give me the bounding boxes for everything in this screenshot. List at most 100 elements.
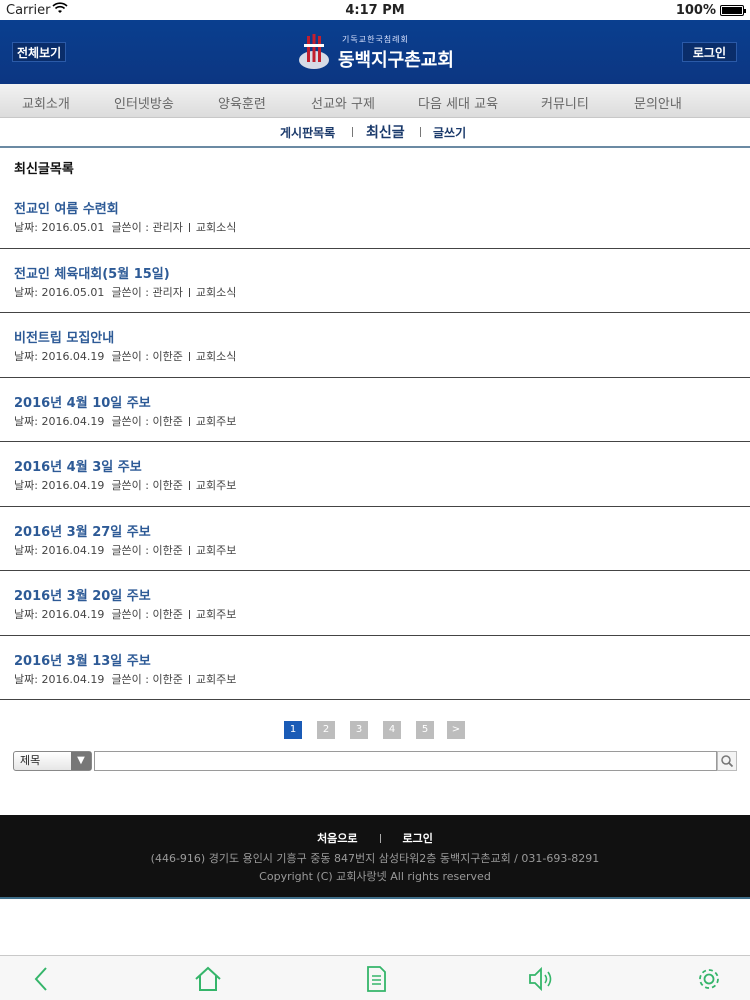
nav-item-training[interactable]: 양육훈련 <box>218 93 266 112</box>
post-meta: 날짜: 2016.04.19 글쓴이 : 이한준 교회주보 <box>14 542 236 558</box>
post-title[interactable]: 2016년 4월 10일 주보 <box>14 392 151 411</box>
site-header: 전체보기 기독교한국침례회 동백지구촌교회 로그인 <box>0 20 750 84</box>
site-footer: 처음으로 로그인 (446-916) 경기도 용인시 기흥구 중동 847번지 삼… <box>0 815 750 899</box>
main-nav: 교회소개 인터넷방송 양육훈련 선교와 구제 다음 세대 교육 커뮤니티 문의안… <box>0 84 750 118</box>
gear-icon[interactable] <box>695 965 723 993</box>
post-category: 교회주보 <box>195 479 237 492</box>
post-category: 교회주보 <box>195 608 237 621</box>
search-bar: 제목 ▼ <box>13 751 737 771</box>
post-category: 교회소식 <box>195 285 237 299</box>
post-title[interactable]: 2016년 3월 20일 주보 <box>14 585 151 604</box>
post-category: 교회소식 <box>195 221 237 234</box>
page-link-5[interactable]: 5 <box>416 721 434 739</box>
post-date: 날짜: 2016.04.19 <box>14 479 105 492</box>
search-input[interactable] <box>94 751 717 771</box>
list-item[interactable]: 비전트립 모집안내 날짜: 2016.04.19 글쓴이 : 이한준 교회소식 <box>0 313 750 378</box>
post-meta: 날짜: 2016.04.19 글쓴이 : 이한준 교회주보 <box>14 477 236 493</box>
list-item[interactable]: 2016년 4월 10일 주보 날짜: 2016.04.19 글쓴이 : 이한준… <box>0 378 750 442</box>
page-link-3[interactable]: 3 <box>350 721 368 739</box>
bottom-toolbar <box>0 955 750 1000</box>
post-date: 날짜: 2016.05.01 <box>14 285 105 299</box>
post-title[interactable]: 전교인 체육대회(5월 15일) <box>14 263 170 282</box>
post-author: 글쓴이 : 이한준 <box>111 479 183 492</box>
logo-subtitle: 기독교한국침례회 <box>342 35 409 44</box>
nav-item-mission[interactable]: 선교와 구제 <box>311 93 375 112</box>
post-date: 날짜: 2016.04.19 <box>14 350 105 363</box>
list-item[interactable]: 전교인 여름 수련회 날짜: 2016.05.01 글쓴이 : 관리자 교회소식 <box>0 184 750 249</box>
view-all-button[interactable]: 전체보기 <box>12 42 67 62</box>
search-field-select[interactable]: 제목 ▼ <box>13 751 92 771</box>
post-author: 글쓴이 : 이한준 <box>111 414 183 428</box>
post-title[interactable]: 2016년 4월 3일 주보 <box>14 456 142 475</box>
board-list-link[interactable]: 게시판목록 <box>280 124 335 141</box>
post-meta: 날짜: 2016.04.19 글쓴이 : 이한준 교회주보 <box>14 671 236 687</box>
post-meta: 날짜: 2016.04.19 글쓴이 : 이한준 교회주보 <box>14 413 236 429</box>
page-link-1[interactable]: 1 <box>284 721 302 739</box>
post-author: 글쓴이 : 이한준 <box>111 672 183 686</box>
list-item[interactable]: 2016년 3월 27일 주보 날짜: 2016.04.19 글쓴이 : 이한준… <box>0 507 750 571</box>
post-author: 글쓴이 : 이한준 <box>111 543 183 557</box>
post-title[interactable]: 2016년 3월 27일 주보 <box>14 521 151 540</box>
dropdown-arrow-icon: ▼ <box>71 752 91 770</box>
church-emblem-icon <box>299 34 329 69</box>
home-icon[interactable] <box>194 965 222 993</box>
footer-copyright: Copyright (C) 교회사랑넷 All rights reserved <box>259 870 491 883</box>
nav-item-internet-broadcast[interactable]: 인터넷방송 <box>114 93 174 112</box>
write-post-link[interactable]: 글쓰기 <box>433 124 466 141</box>
footer-links: 처음으로 로그인 <box>0 830 750 846</box>
search-icon <box>721 755 734 768</box>
search-button[interactable] <box>717 751 737 771</box>
post-author: 글쓴이 : 이한준 <box>111 350 183 363</box>
page-link-2[interactable]: 2 <box>317 721 335 739</box>
back-icon[interactable] <box>28 965 56 993</box>
post-date: 날짜: 2016.04.19 <box>14 672 105 686</box>
post-title[interactable]: 2016년 3월 13일 주보 <box>14 650 151 669</box>
list-item[interactable]: 2016년 3월 20일 주보 날짜: 2016.04.19 글쓴이 : 이한준… <box>0 571 750 636</box>
post-meta: 날짜: 2016.04.19 글쓴이 : 이한준 교회주보 <box>14 606 236 622</box>
next-page-button[interactable]: > <box>447 721 465 739</box>
footer-address: (446-916) 경기도 용인시 기흥구 중동 847번지 삼성타워2층 동백… <box>150 852 600 865</box>
footer-login-link[interactable]: 로그인 <box>403 832 433 845</box>
post-date: 날짜: 2016.04.19 <box>14 608 105 621</box>
post-author: 글쓴이 : 이한준 <box>111 608 183 621</box>
logo-title: 동백지구촌교회 <box>338 50 454 71</box>
nav-item-next-generation[interactable]: 다음 세대 교육 <box>418 93 498 112</box>
nav-item-inquiry[interactable]: 문의안내 <box>634 93 682 112</box>
subnav-divider <box>352 127 353 137</box>
post-title[interactable]: 전교인 여름 수련회 <box>14 198 119 217</box>
post-category: 교회주보 <box>195 543 237 557</box>
post-category: 교회주보 <box>195 414 237 428</box>
post-meta: 날짜: 2016.05.01 글쓴이 : 관리자 교회소식 <box>14 284 236 300</box>
post-title[interactable]: 비전트립 모집안내 <box>14 327 114 346</box>
post-category: 교회주보 <box>195 672 237 686</box>
post-author: 글쓴이 : 관리자 <box>111 285 183 299</box>
speaker-icon[interactable] <box>527 965 555 993</box>
recent-posts-link[interactable]: 최신글 <box>366 122 405 142</box>
subnav-divider <box>420 127 421 137</box>
post-meta: 날짜: 2016.05.01 글쓴이 : 관리자 교회소식 <box>14 219 236 235</box>
login-button[interactable]: 로그인 <box>681 42 737 62</box>
clock: 4:17 PM <box>345 3 405 18</box>
post-date: 날짜: 2016.04.19 <box>14 414 105 428</box>
board-subnav: 게시판목록 최신글 글쓰기 <box>0 118 750 148</box>
page-title: 최신글목록 <box>14 162 74 177</box>
church-logo[interactable]: 기독교한국침례회 동백지구촌교회 <box>298 30 454 74</box>
list-item[interactable]: 전교인 체육대회(5월 15일) 날짜: 2016.05.01 글쓴이 : 관리… <box>0 249 750 313</box>
document-icon[interactable] <box>362 965 390 993</box>
post-date: 날짜: 2016.05.01 <box>14 221 105 234</box>
list-item[interactable]: 2016년 3월 13일 주보 날짜: 2016.04.19 글쓴이 : 이한준… <box>0 636 750 700</box>
post-author: 글쓴이 : 관리자 <box>111 221 183 234</box>
nav-item-community[interactable]: 커뮤니티 <box>541 93 589 112</box>
post-category: 교회소식 <box>195 350 237 363</box>
page-link-4[interactable]: 4 <box>383 721 401 739</box>
post-meta: 날짜: 2016.04.19 글쓴이 : 이한준 교회소식 <box>14 348 236 364</box>
battery-icon <box>720 5 746 16</box>
list-item[interactable]: 2016년 4월 3일 주보 날짜: 2016.04.19 글쓴이 : 이한준 교… <box>0 442 750 507</box>
footer-home-link[interactable]: 처음으로 <box>317 832 357 845</box>
post-date: 날짜: 2016.04.19 <box>14 543 105 557</box>
post-list: 전교인 여름 수련회 날짜: 2016.05.01 글쓴이 : 관리자 교회소식 … <box>0 184 750 700</box>
search-field-value: 제목 <box>20 754 41 767</box>
status-bar: Carrier 4:17 PM 100% <box>0 0 750 20</box>
footer-divider <box>379 834 381 843</box>
nav-item-church-intro[interactable]: 교회소개 <box>22 93 70 112</box>
